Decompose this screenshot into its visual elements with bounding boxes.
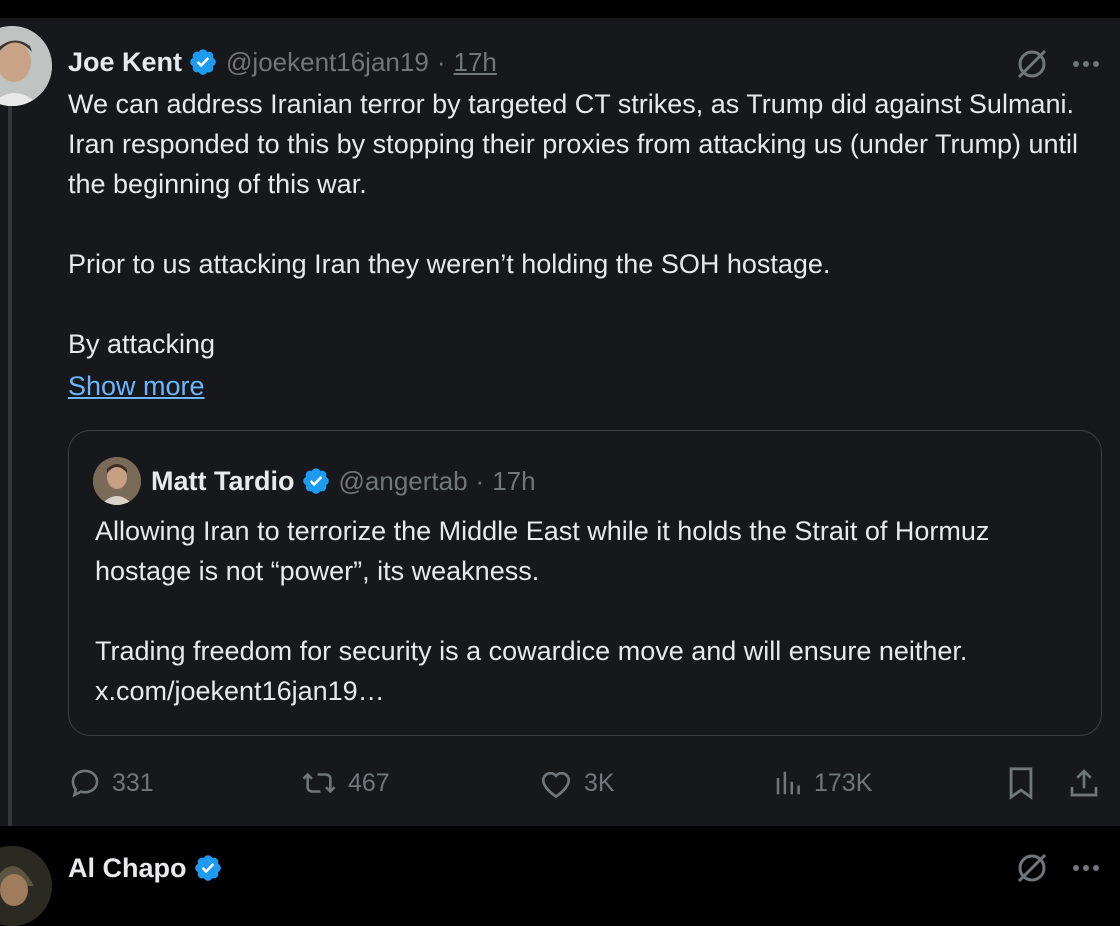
reply-button[interactable]: 331 bbox=[68, 758, 154, 808]
profile-photo-icon bbox=[0, 846, 52, 926]
profile-photo-icon bbox=[93, 457, 141, 505]
quote-header: Matt Tardio @angertab · 17h bbox=[151, 457, 536, 505]
share-button[interactable] bbox=[1068, 758, 1100, 808]
separator-dot: · bbox=[436, 46, 446, 77]
repost-icon bbox=[302, 772, 336, 794]
separator-dot: · bbox=[475, 465, 485, 496]
bookmark-icon bbox=[1009, 767, 1033, 800]
tweet-paragraph: We can address Iranian terror by targete… bbox=[68, 89, 1086, 199]
tweet-paragraph: By attacking bbox=[68, 329, 216, 359]
more-dots-icon[interactable] bbox=[1066, 44, 1106, 84]
quote-author-avatar[interactable] bbox=[93, 457, 141, 505]
quote-timestamp: 17h bbox=[492, 465, 536, 496]
next-tweet-header: Al Chapo bbox=[68, 844, 231, 892]
grok-icon[interactable] bbox=[1012, 44, 1052, 84]
quote-author-handle: @angertab bbox=[338, 465, 468, 496]
views-button[interactable]: 173K bbox=[772, 758, 872, 808]
more-dots-icon[interactable] bbox=[1066, 848, 1106, 888]
views-count: 173K bbox=[814, 768, 873, 797]
tweet-timestamp[interactable]: 17h bbox=[453, 47, 496, 78]
author-handle[interactable]: @joekent16jan19 bbox=[226, 47, 429, 78]
quote-tweet-card[interactable]: Matt Tardio @angertab · 17h Allowing Ira… bbox=[68, 430, 1102, 736]
like-button[interactable]: 3K bbox=[538, 758, 615, 808]
thread-line bbox=[8, 104, 12, 826]
quote-paragraph: Allowing Iran to terrorize the Middle Ea… bbox=[95, 516, 997, 586]
top-bar bbox=[0, 0, 1120, 18]
tweet-paragraph: Prior to us attacking Iran they weren’t … bbox=[68, 249, 831, 279]
quote-text: Allowing Iran to terrorize the Middle Ea… bbox=[95, 511, 1085, 711]
bookmark-button[interactable] bbox=[1006, 758, 1036, 808]
action-bar: 331 467 3K 173K bbox=[68, 758, 1108, 808]
quote-author-display-name[interactable]: Matt Tardio bbox=[151, 466, 295, 497]
share-icon bbox=[1070, 769, 1098, 797]
reply-count: 331 bbox=[112, 768, 154, 797]
next-author-avatar[interactable] bbox=[0, 846, 52, 926]
like-count: 3K bbox=[584, 768, 615, 797]
tweet-header: Joe Kent @joekent16jan19 · 17h bbox=[68, 38, 497, 86]
grok-icon[interactable] bbox=[1012, 848, 1052, 888]
reply-icon bbox=[71, 769, 99, 798]
views-icon bbox=[776, 771, 800, 795]
next-author-display-name[interactable]: Al Chapo bbox=[68, 853, 187, 884]
quote-paragraph: Trading freedom for security is a coward… bbox=[95, 636, 975, 706]
author-display-name[interactable]: Joe Kent bbox=[68, 47, 182, 78]
repost-button[interactable]: 467 bbox=[300, 758, 390, 808]
verified-badge-icon[interactable] bbox=[301, 466, 331, 496]
tweet-text: We can address Iranian terror by targete… bbox=[68, 84, 1108, 364]
show-more-link[interactable]: Show more bbox=[68, 366, 205, 406]
verified-badge-icon[interactable] bbox=[188, 47, 218, 77]
verified-badge-icon[interactable] bbox=[193, 853, 223, 883]
heart-icon bbox=[541, 771, 571, 799]
repost-count: 467 bbox=[348, 768, 390, 797]
